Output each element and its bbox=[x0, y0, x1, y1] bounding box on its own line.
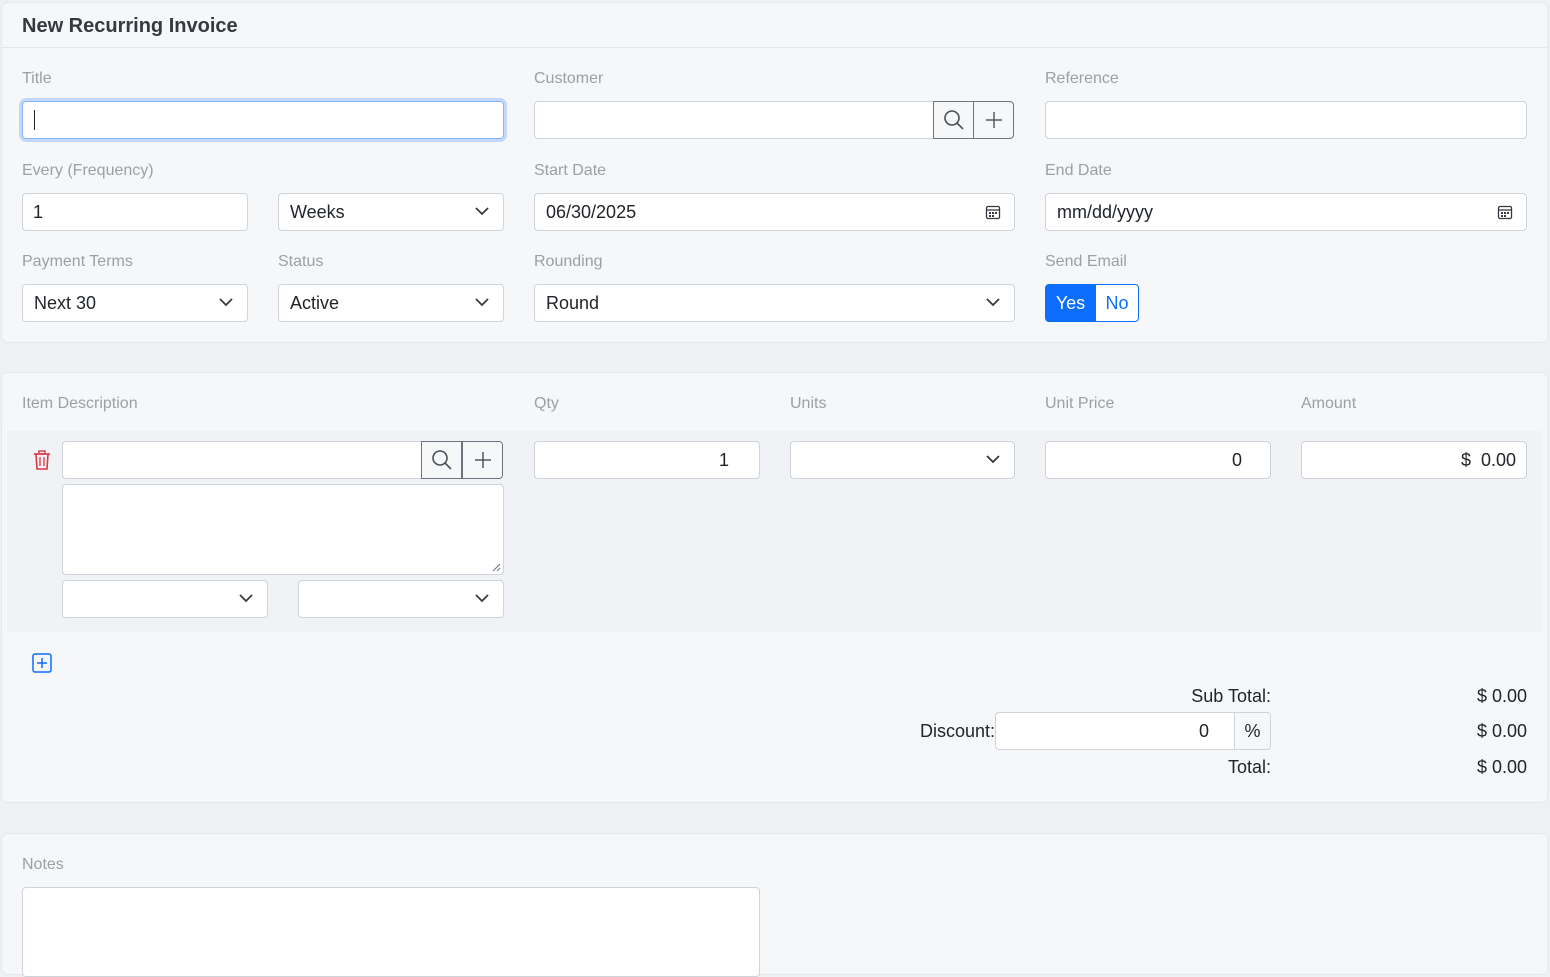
card-header: New Recurring Invoice bbox=[2, 3, 1547, 48]
notes-label: Notes bbox=[22, 856, 64, 873]
plus-icon bbox=[985, 112, 1002, 128]
plus-icon bbox=[474, 452, 491, 468]
discount-label: Discount: bbox=[919, 721, 995, 741]
customer-search-button[interactable] bbox=[933, 101, 974, 139]
notes-textarea[interactable] bbox=[22, 887, 760, 977]
reference-label: Reference bbox=[1045, 70, 1119, 87]
chevron-down-icon bbox=[219, 298, 233, 307]
send-email-label: Send Email bbox=[1045, 253, 1127, 270]
status-label: Status bbox=[278, 253, 324, 270]
add-row-icon[interactable] bbox=[32, 653, 52, 673]
page-title: New Recurring Invoice bbox=[22, 15, 238, 37]
frequency-unit-select[interactable]: Weeks bbox=[278, 193, 504, 231]
amount-field: $ 0.00 bbox=[1301, 441, 1527, 479]
chevron-down-icon bbox=[475, 298, 489, 307]
customer-input[interactable] bbox=[534, 101, 934, 139]
chevron-down-icon bbox=[475, 594, 489, 603]
item-description-input[interactable] bbox=[62, 441, 422, 479]
start-date-label: Start Date bbox=[534, 162, 607, 179]
column-header-description: Item Description bbox=[22, 395, 138, 412]
rounding-label: Rounding bbox=[534, 253, 603, 270]
item-add-button[interactable] bbox=[462, 441, 503, 479]
send-email-no-button[interactable]: No bbox=[1095, 284, 1139, 322]
column-header-unit-price: Unit Price bbox=[1045, 395, 1115, 412]
end-date-input[interactable]: mm/dd/yyyy bbox=[1045, 193, 1527, 231]
frequency-label: Every (Frequency) bbox=[22, 162, 154, 179]
chevron-down-icon bbox=[239, 594, 253, 603]
rounding-select[interactable]: Round bbox=[534, 284, 1015, 322]
column-header-qty: Qty bbox=[534, 395, 559, 412]
subtotal-value: $ 0.00 bbox=[1476, 686, 1527, 706]
item-option-select-1[interactable] bbox=[62, 580, 268, 618]
chevron-down-icon bbox=[475, 207, 489, 216]
trash-icon[interactable] bbox=[33, 450, 51, 470]
customer-label: Customer bbox=[534, 70, 604, 87]
subtotal-label: Sub Total: bbox=[1191, 686, 1271, 706]
calendar-icon[interactable] bbox=[1497, 204, 1513, 220]
payment-terms-label: Payment Terms bbox=[22, 253, 133, 270]
discount-input[interactable]: 0 bbox=[995, 712, 1235, 750]
end-date-label: End Date bbox=[1045, 162, 1112, 179]
item-option-select-2[interactable] bbox=[298, 580, 504, 618]
column-header-units: Units bbox=[790, 395, 827, 412]
column-header-amount: Amount bbox=[1301, 395, 1357, 412]
reference-input[interactable] bbox=[1045, 101, 1527, 139]
discount-unit-addon: % bbox=[1234, 712, 1271, 750]
status-select[interactable]: Active bbox=[278, 284, 504, 322]
chevron-down-icon bbox=[986, 298, 1000, 307]
total-label: Total: bbox=[1227, 757, 1271, 777]
search-icon bbox=[431, 450, 452, 470]
title-input[interactable] bbox=[22, 101, 504, 139]
send-email-yes-button[interactable]: Yes bbox=[1045, 284, 1096, 322]
item-search-button[interactable] bbox=[421, 441, 462, 479]
title-label: Title bbox=[22, 70, 52, 87]
customer-add-button[interactable] bbox=[973, 101, 1014, 139]
chevron-down-icon bbox=[986, 455, 1000, 464]
calendar-icon[interactable] bbox=[985, 204, 1001, 220]
start-date-input[interactable]: 06/30/2025 bbox=[534, 193, 1015, 231]
discount-value: $ 0.00 bbox=[1476, 721, 1527, 741]
unit-price-input[interactable]: 0 bbox=[1045, 441, 1271, 479]
item-notes-textarea[interactable] bbox=[62, 484, 504, 575]
payment-terms-select[interactable]: Next 30 bbox=[22, 284, 248, 322]
frequency-input[interactable]: 1 bbox=[22, 193, 248, 231]
text-cursor bbox=[34, 110, 35, 130]
qty-input[interactable]: 1 bbox=[534, 441, 760, 479]
total-value: $ 0.00 bbox=[1476, 757, 1527, 777]
resize-grip-icon[interactable] bbox=[491, 562, 501, 572]
search-icon bbox=[943, 110, 964, 130]
units-select[interactable] bbox=[790, 441, 1015, 479]
